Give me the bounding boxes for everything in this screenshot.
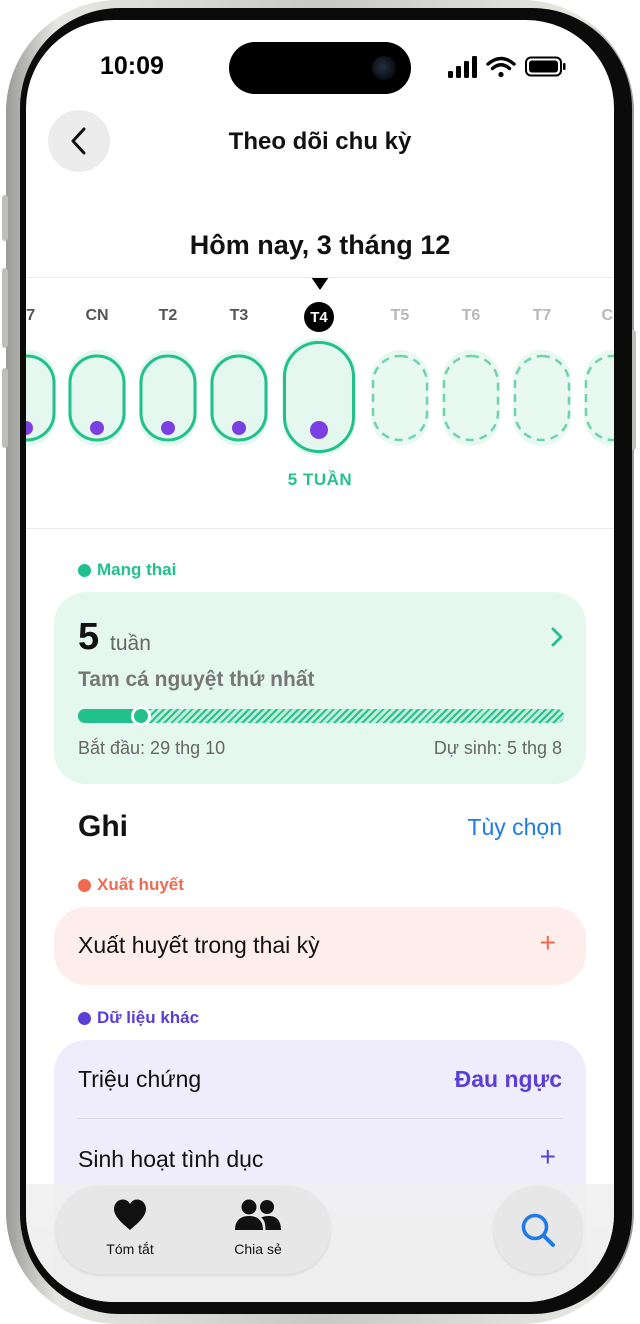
day-pill-future[interactable]	[584, 350, 614, 446]
status-icons	[448, 56, 566, 78]
tab-bar: Tóm tắt Chia sẻ	[56, 1186, 330, 1274]
add-bleeding-button[interactable]: +	[540, 927, 556, 959]
tab-summary-label: Tóm tắt	[106, 1241, 154, 1257]
chevron-right-icon	[551, 627, 563, 647]
status-time: 10:09	[100, 52, 164, 80]
volume-down-button	[2, 368, 8, 448]
day-pill-today[interactable]	[282, 338, 356, 456]
bleeding-tag: Xuất huyết	[78, 875, 184, 895]
pregnancy-dot	[78, 563, 91, 577]
front-camera	[372, 56, 396, 80]
battery-icon	[525, 56, 566, 77]
calendar-bottom-divider	[26, 528, 614, 529]
pregnancy-card[interactable]: 5 tuần Tam cá nguyệt thứ nhất Bắt đầu: 2…	[54, 592, 586, 784]
period-dot	[232, 421, 246, 435]
action-button	[2, 195, 8, 241]
pregnancy-week-number: 5	[78, 616, 100, 658]
row-divider	[78, 1118, 562, 1119]
day-label: CN	[601, 307, 614, 324]
day-pill[interactable]	[210, 350, 268, 446]
search-button[interactable]	[494, 1186, 582, 1274]
pregnancy-week-unit: tuần	[110, 632, 151, 655]
day-pill[interactable]	[139, 350, 197, 446]
log-title: Ghi	[78, 810, 128, 843]
day-label: T3	[229, 307, 249, 324]
search-icon	[521, 1213, 555, 1247]
day-label: T2	[158, 307, 178, 324]
day-label: T5	[390, 307, 410, 324]
symptoms-label[interactable]: Triệu chứng	[78, 1066, 201, 1093]
day-pill[interactable]	[68, 350, 126, 446]
cellular-signal-icon	[448, 56, 477, 78]
pregnancy-progress-knob	[131, 706, 152, 726]
day-pill-future[interactable]	[513, 350, 571, 446]
other-data-tag-label: Dữ liệu khác	[97, 1008, 200, 1027]
tab-sharing-label: Chia sẻ	[234, 1241, 282, 1257]
calendar-top-divider	[26, 277, 614, 278]
day-strip[interactable]	[26, 338, 614, 458]
day-pill[interactable]	[26, 350, 56, 446]
period-dot	[90, 421, 104, 435]
day-pill-future[interactable]	[371, 350, 429, 446]
screen: 10:09 Theo dõi chu kỳ Hôm nay, 3 tháng 1…	[26, 20, 614, 1302]
tab-summary[interactable]: Tóm tắt	[70, 1186, 190, 1274]
bleeding-card[interactable]: Xuất huyết trong thai kỳ +	[54, 907, 586, 985]
day-pill-future[interactable]	[442, 350, 500, 446]
volume-up-button	[2, 268, 8, 348]
add-sexual-activity-button[interactable]: +	[540, 1141, 556, 1173]
pregnancy-tag: Mang thai	[78, 560, 176, 580]
day-label: T7	[532, 307, 552, 324]
day-label: T6	[461, 307, 481, 324]
today-marker-icon	[311, 277, 329, 290]
pregnancy-progress-bar	[78, 706, 564, 726]
date-header: Hôm nay, 3 tháng 12	[189, 230, 451, 260]
sexual-activity-label[interactable]: Sinh hoạt tình dục	[78, 1146, 263, 1173]
start-date-label: Bắt đầu: 29 thg 10	[78, 738, 226, 758]
day-label: CN	[85, 307, 109, 324]
people-icon	[235, 1199, 281, 1230]
symptoms-value[interactable]: Đau ngực	[455, 1066, 562, 1093]
page-title: Theo dõi chu kỳ	[228, 128, 412, 155]
other-data-tag: Dữ liệu khác	[78, 1008, 199, 1028]
due-date-label: Dự sinh: 5 thg 8	[433, 738, 562, 758]
bleeding-dot	[78, 878, 91, 892]
heart-icon	[114, 1199, 146, 1230]
period-dot	[161, 421, 175, 435]
bleeding-item-label: Xuất huyết trong thai kỳ	[78, 932, 320, 958]
options-link[interactable]: Tùy chọn	[467, 814, 562, 841]
period-dot	[310, 421, 328, 439]
week-label: 5 TUẦN	[287, 470, 353, 489]
day-label-today: T4	[304, 302, 334, 332]
trimester-label: Tam cá nguyệt thứ nhất	[78, 668, 315, 691]
tab-sharing[interactable]: Chia sẻ	[198, 1186, 318, 1274]
wifi-icon	[486, 56, 516, 78]
pregnancy-tag-label: Mang thai	[97, 560, 177, 579]
day-label: T7	[26, 307, 36, 324]
other-data-dot	[78, 1011, 91, 1025]
bleeding-tag-label: Xuất huyết	[97, 875, 184, 894]
